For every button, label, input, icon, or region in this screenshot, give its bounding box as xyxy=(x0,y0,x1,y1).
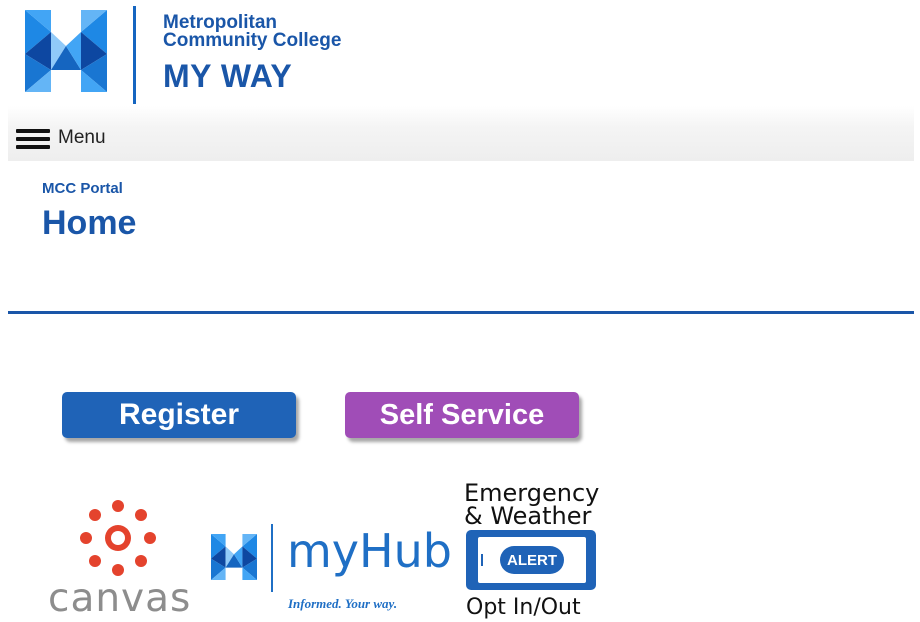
myhub-tagline: Informed. Your way. xyxy=(288,596,398,611)
menu-button[interactable]: Menu xyxy=(58,127,106,149)
myhub-wordmark: myHub xyxy=(287,524,452,578)
mcc-logo-icon[interactable] xyxy=(25,10,107,92)
myhub-divider xyxy=(271,524,273,592)
hamburger-icon[interactable] xyxy=(16,129,50,151)
myhub-link[interactable]: myHub Informed. Your way. xyxy=(205,520,452,618)
mcc-logo-icon xyxy=(211,534,257,580)
title-divider xyxy=(8,311,914,314)
canvas-wordmark: canvas xyxy=(48,576,192,621)
page-title: Home xyxy=(42,204,137,242)
phone-button xyxy=(481,554,483,566)
canvas-link[interactable]: canvas xyxy=(40,498,200,621)
breadcrumb[interactable]: MCC Portal xyxy=(42,180,123,197)
college-name: Metropolitan Community College xyxy=(163,13,342,51)
phone-screen: ALERT xyxy=(478,537,586,583)
menu-bar: Menu xyxy=(8,106,914,161)
alert-heading-line2: & Weather xyxy=(464,502,592,530)
portal-name: MY WAY xyxy=(163,58,293,94)
header-divider xyxy=(133,6,136,104)
self-service-button[interactable]: Self Service xyxy=(345,392,579,438)
emergency-alert-link[interactable]: Emergency & Weather ALERT Opt In/Out xyxy=(458,478,608,620)
college-name-line2: Community College xyxy=(163,30,342,51)
alert-opt-label: Opt In/Out xyxy=(466,595,581,620)
alert-heading: Emergency & Weather xyxy=(464,481,599,530)
phone-alert-icon: ALERT xyxy=(466,530,596,590)
register-button[interactable]: Register xyxy=(62,392,296,438)
canvas-logo-icon xyxy=(80,500,156,576)
alert-badge: ALERT xyxy=(500,546,564,574)
